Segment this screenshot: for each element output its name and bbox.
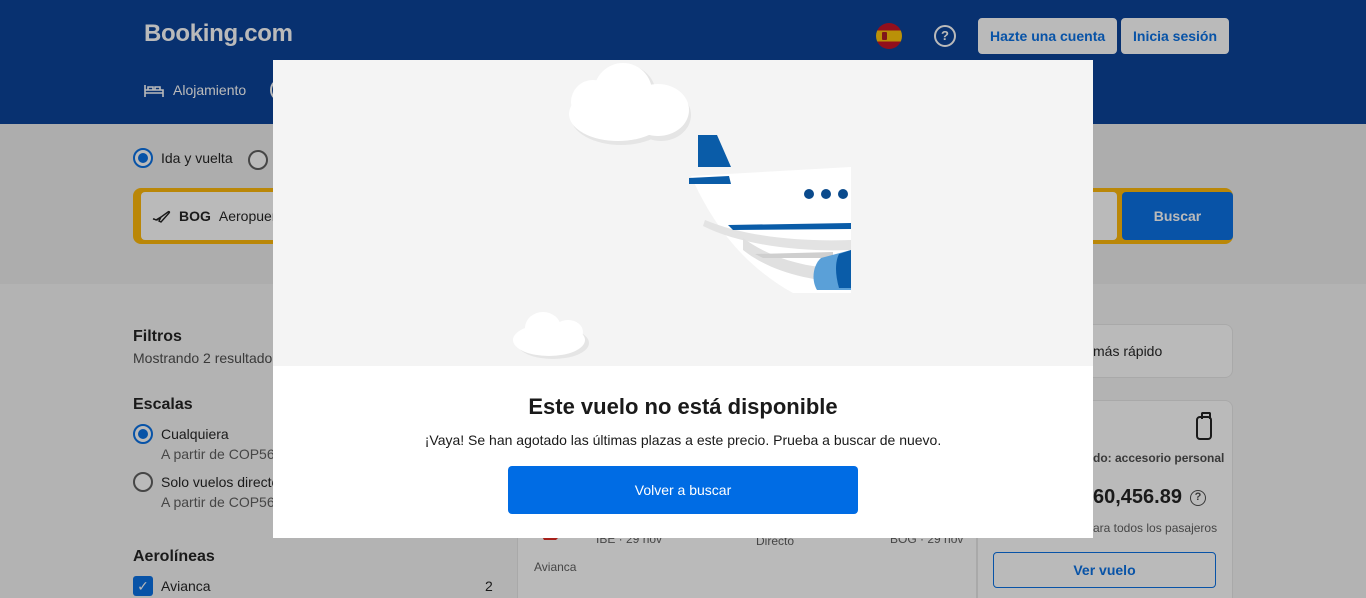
airplane-icon: [689, 135, 851, 293]
airplane-clouds-illustration: [513, 63, 851, 359]
modal-title: Este vuelo no está disponible: [528, 394, 838, 419]
modal-message: ¡Vaya! Se han agotado las últimas plazas…: [424, 432, 942, 448]
cloud-small-icon: [513, 312, 589, 359]
airplane-illustration: [273, 60, 1093, 366]
flight-unavailable-modal: Este vuelo no está disponible ¡Vaya! Se …: [273, 60, 1093, 538]
search-again-button[interactable]: Volver a buscar: [508, 466, 858, 514]
